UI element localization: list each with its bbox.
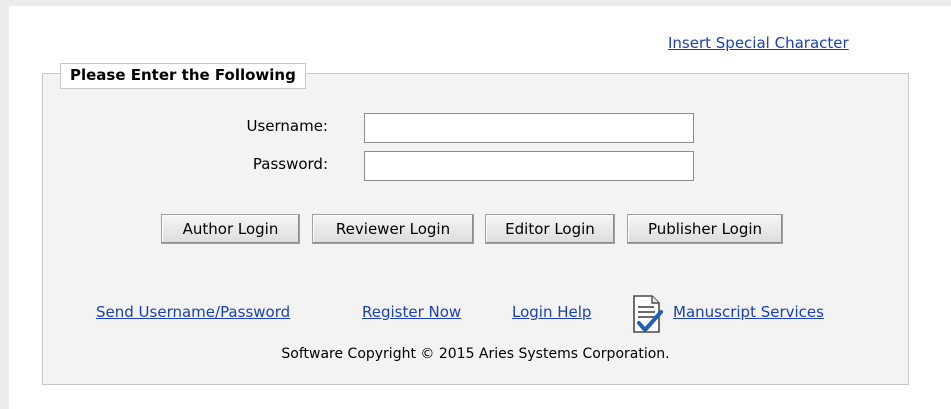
- username-label: Username:: [246, 117, 328, 135]
- password-input[interactable]: [364, 151, 694, 181]
- password-label: Password:: [252, 155, 328, 173]
- editor-login-button[interactable]: Editor Login: [485, 214, 615, 244]
- login-help-link[interactable]: Login Help: [512, 303, 591, 321]
- publisher-login-button[interactable]: Publisher Login: [627, 214, 783, 244]
- manuscript-services-link[interactable]: Manuscript Services: [673, 303, 824, 321]
- insert-special-character-link[interactable]: Insert Special Character: [668, 34, 849, 52]
- document-check-icon[interactable]: [628, 293, 668, 337]
- reviewer-login-button[interactable]: Reviewer Login: [312, 214, 474, 244]
- copyright-text: Software Copyright © 2015 Aries Systems …: [281, 346, 670, 362]
- send-username-password-link[interactable]: Send Username/Password: [96, 303, 290, 321]
- author-login-button[interactable]: Author Login: [161, 214, 300, 244]
- username-input[interactable]: [364, 113, 694, 143]
- register-now-link[interactable]: Register Now: [362, 303, 461, 321]
- login-legend: Please Enter the Following: [60, 63, 306, 89]
